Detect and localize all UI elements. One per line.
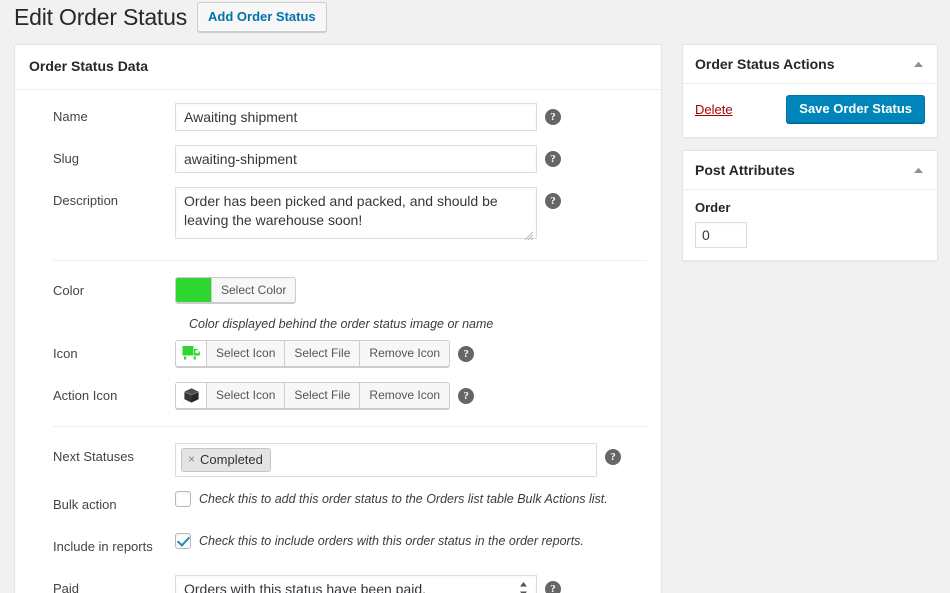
bulk-action-checkbox[interactable]: [175, 491, 191, 507]
order-status-actions-title: Order Status Actions: [695, 56, 835, 72]
panel-body: Name ? Slug ? Description: [15, 90, 661, 593]
icon-button-group[interactable]: Select Icon Select File Remove Icon: [175, 340, 450, 367]
help-icon-description[interactable]: ?: [545, 193, 561, 209]
sidebar-column: Order Status Actions Delete Save Order S…: [682, 44, 938, 273]
field-row-next-statuses: Next Statuses × Completed ?: [15, 436, 661, 484]
post-attributes-header: Post Attributes: [683, 151, 937, 190]
icon-label: Icon: [15, 340, 175, 368]
slug-input[interactable]: [175, 145, 537, 173]
order-field-label: Order: [695, 200, 925, 216]
main-column: Order Status Data Name ? Slug ?: [14, 44, 662, 593]
include-in-reports-description: Check this to include orders with this o…: [199, 533, 584, 549]
truck-icon: [176, 341, 207, 366]
bulk-action-description: Check this to add this order status to t…: [199, 491, 608, 507]
order-status-actions-header: Order Status Actions: [683, 45, 937, 84]
admin-page: Edit Order Status Add Order Status Order…: [0, 0, 950, 593]
icon-select-file-button[interactable]: Select File: [285, 341, 360, 366]
save-order-status-button[interactable]: Save Order Status: [786, 95, 925, 123]
color-hint: Color displayed behind the order status …: [15, 317, 661, 331]
select-color-button[interactable]: Select Color: [212, 278, 295, 302]
action-icon-select-icon-button[interactable]: Select Icon: [207, 383, 285, 408]
color-swatch[interactable]: [176, 278, 212, 302]
post-attributes-box: Post Attributes Order: [682, 150, 938, 261]
name-input[interactable]: [175, 103, 537, 131]
include-in-reports-checkbox[interactable]: [175, 533, 191, 549]
field-row-slug: Slug ?: [15, 138, 661, 180]
color-picker-group[interactable]: Select Color: [175, 277, 296, 303]
order-input[interactable]: [695, 222, 747, 248]
help-icon-name[interactable]: ?: [545, 109, 561, 125]
color-label: Color: [15, 277, 175, 305]
help-icon-next-statuses[interactable]: ?: [605, 449, 621, 465]
field-row-bulk-action: Bulk action Check this to add this order…: [15, 484, 661, 526]
field-row-color: Color Select Color: [15, 270, 661, 312]
post-attributes-title: Post Attributes: [695, 162, 795, 178]
description-label: Description: [15, 187, 175, 215]
page-title: Edit Order Status: [14, 3, 187, 32]
paid-select[interactable]: Orders with this status have been paid.: [175, 575, 537, 593]
action-icon-button-group[interactable]: Select Icon Select File Remove Icon: [175, 382, 450, 409]
field-row-paid: Paid Orders with this status have been p…: [15, 568, 661, 593]
tag-remove-icon[interactable]: ×: [188, 451, 195, 468]
field-row-name: Name ?: [15, 96, 661, 138]
action-icon-label: Action Icon: [15, 382, 175, 410]
field-row-action-icon: Action Icon Select Icon Sel: [15, 375, 661, 417]
help-icon-paid[interactable]: ?: [545, 581, 561, 593]
page-header: Edit Order Status Add Order Status: [14, 2, 327, 32]
icon-select-icon-button[interactable]: Select Icon: [207, 341, 285, 366]
order-status-data-heading: Order Status Data: [15, 45, 661, 90]
slug-label: Slug: [15, 145, 175, 173]
post-attributes-body: Order: [683, 190, 937, 260]
collapse-toggle-icon-actions[interactable]: [911, 57, 925, 71]
help-icon-icon[interactable]: ?: [458, 346, 474, 362]
tag-completed[interactable]: × Completed: [181, 448, 271, 472]
help-icon-action-icon[interactable]: ?: [458, 388, 474, 404]
delete-link[interactable]: Delete: [695, 102, 733, 117]
help-icon-slug[interactable]: ?: [545, 151, 561, 167]
divider-2: [53, 426, 647, 427]
divider-1: [53, 260, 647, 261]
order-status-actions-body: Delete Save Order Status: [683, 84, 937, 137]
next-statuses-tag-input[interactable]: × Completed: [175, 443, 597, 477]
include-in-reports-label: Include in reports: [15, 533, 175, 561]
next-statuses-label: Next Statuses: [15, 443, 175, 471]
collapse-toggle-icon-attributes[interactable]: [911, 163, 925, 177]
order-status-actions-box: Order Status Actions Delete Save Order S…: [682, 44, 938, 138]
panel-title: Order Status Data: [29, 57, 148, 77]
action-icon-select-file-button[interactable]: Select File: [285, 383, 360, 408]
name-label: Name: [15, 103, 175, 131]
add-order-status-button[interactable]: Add Order Status: [197, 2, 327, 32]
icon-remove-icon-button[interactable]: Remove Icon: [360, 341, 449, 366]
paid-label: Paid: [15, 575, 175, 593]
bulk-action-label: Bulk action: [15, 491, 175, 519]
box-icon: [176, 383, 207, 408]
field-row-icon: Icon: [15, 333, 661, 375]
tag-label: Completed: [200, 451, 263, 468]
field-row-include-in-reports: Include in reports Check this to include…: [15, 526, 661, 568]
order-status-data-panel: Order Status Data Name ? Slug ?: [14, 44, 662, 593]
action-icon-remove-icon-button[interactable]: Remove Icon: [360, 383, 449, 408]
paid-select-value: Orders with this status have been paid.: [184, 578, 426, 593]
field-row-description: Description Order has been picked and pa…: [15, 180, 661, 251]
description-textarea[interactable]: Order has been picked and packed, and sh…: [175, 187, 537, 239]
